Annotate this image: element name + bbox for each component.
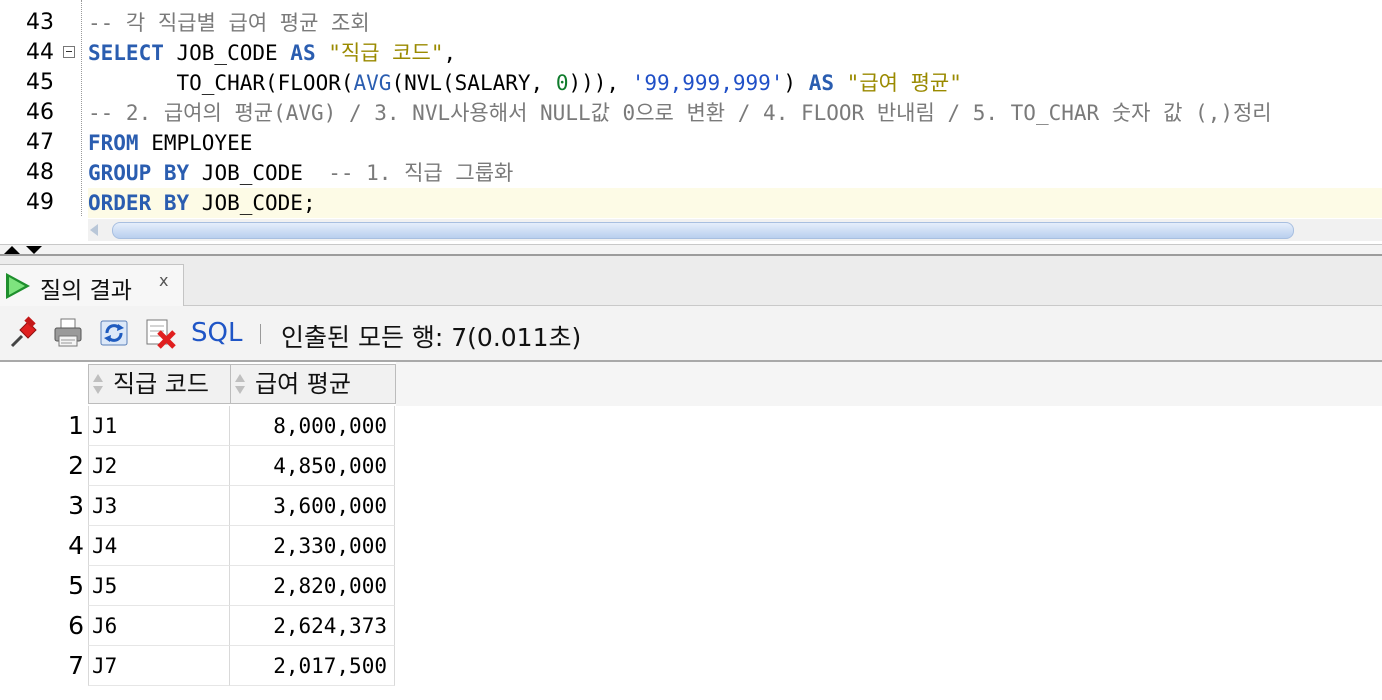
code-line[interactable]: FROM EMPLOYEE xyxy=(88,128,1382,158)
cell-job-code[interactable]: J6 xyxy=(88,606,230,646)
sql-button[interactable]: SQL xyxy=(191,318,242,348)
code-line[interactable]: SELECT JOB_CODE AS "직급 코드", xyxy=(88,38,1382,68)
row-number: 3 xyxy=(68,491,84,520)
delete-icon[interactable] xyxy=(145,316,177,350)
table-row[interactable]: 2 J2 4,850,000 xyxy=(0,446,396,486)
code-token: , xyxy=(443,41,457,65)
run-query-icon xyxy=(6,273,30,299)
cell-salary-avg[interactable]: 2,624,373 xyxy=(230,606,395,646)
code-token: JOB_CODE xyxy=(189,161,329,185)
cell-salary-avg[interactable]: 3,600,000 xyxy=(230,486,395,526)
tab-close-button[interactable]: x xyxy=(159,271,168,290)
cell-job-code[interactable]: J5 xyxy=(88,566,230,606)
cell-salary-avg[interactable]: 4,850,000 xyxy=(230,446,395,486)
code-keyword: SELECT xyxy=(88,41,164,65)
code-token: ) xyxy=(783,71,809,95)
row-number: 2 xyxy=(68,451,84,480)
cell-job-code[interactable]: J3 xyxy=(88,486,230,526)
code-keyword: FROM xyxy=(88,131,139,155)
refresh-icon[interactable] xyxy=(98,316,130,350)
code-line[interactable]: TO_CHAR(FLOOR(AVG(NVL(SALARY, 0))), '99,… xyxy=(88,68,1382,98)
line-number: 49 xyxy=(26,190,54,215)
code-token: EMPLOYEE xyxy=(138,131,253,155)
cell-job-code[interactable]: J1 xyxy=(88,406,230,446)
table-row[interactable]: 6 J6 2,624,373 xyxy=(0,606,396,646)
line-number: 43 xyxy=(26,10,54,35)
row-number: 6 xyxy=(68,611,84,640)
table-row[interactable]: 4 J4 2,330,000 xyxy=(0,526,396,566)
sql-editor[interactable]: 43 44 45 46 47 48 49 -- 각 직급별 급여 평균 조회 SELECT J… xyxy=(0,0,1382,244)
code-token: (NVL(SALARY, xyxy=(391,71,556,95)
scroll-left-arrow-icon[interactable] xyxy=(90,224,98,236)
code-token: '99,999,999' xyxy=(631,71,784,95)
sort-icon xyxy=(93,373,103,395)
code-line[interactable]: GROUP BY JOB_CODE -- 1. 직급 그룹화 xyxy=(88,158,1382,188)
sort-icon xyxy=(235,373,245,395)
code-keyword: AS xyxy=(808,71,835,95)
cell-job-code[interactable]: J7 xyxy=(88,646,230,686)
scrollbar-thumb[interactable] xyxy=(112,222,1294,239)
code-comment: -- 각 직급별 급여 평균 조회 xyxy=(88,11,370,35)
fold-guide xyxy=(81,0,82,216)
cell-job-code[interactable]: J2 xyxy=(88,446,230,486)
line-number: 45 xyxy=(26,70,54,95)
grid-header-filler xyxy=(396,362,1382,406)
fold-toggle-icon[interactable] xyxy=(63,46,75,58)
column-header-salary-avg[interactable]: 급여 평균 xyxy=(230,364,396,404)
code-token: JOB_CODE xyxy=(163,41,291,65)
code-line[interactable]: -- 2. 급여의 평균(AVG) / 3. NVL사용해서 NULL값 0으로… xyxy=(88,98,1382,128)
code-token: "급여 평균" xyxy=(846,71,962,95)
row-number: 7 xyxy=(68,651,84,680)
results-tab-bar: 질의 결과 x xyxy=(0,256,1382,306)
code-comment: -- 2. 급여의 평균(AVG) / 3. NVL사용해서 NULL값 0으로… xyxy=(88,101,1272,125)
pin-icon[interactable] xyxy=(8,316,40,350)
code-token: JOB_CODE; xyxy=(189,191,316,215)
line-number: 44 xyxy=(26,40,54,65)
row-number: 5 xyxy=(68,571,84,600)
table-row[interactable]: 7 J7 2,017,500 xyxy=(0,646,396,686)
table-row[interactable]: 3 J3 3,600,000 xyxy=(0,486,396,526)
toolbar-divider xyxy=(260,324,261,344)
code-token: AVG xyxy=(353,71,392,95)
cell-salary-avg[interactable]: 2,820,000 xyxy=(230,566,395,606)
row-number: 4 xyxy=(68,531,84,560)
cell-salary-avg[interactable]: 8,000,000 xyxy=(230,406,395,446)
fetch-status: 인출된 모든 행: 7(0.011초) xyxy=(281,323,582,352)
column-header-job-code[interactable]: 직급 코드 xyxy=(88,364,231,404)
collapse-down-icon[interactable] xyxy=(26,246,42,254)
cell-job-code[interactable]: J4 xyxy=(88,526,230,566)
table-row[interactable]: 5 J5 2,820,000 xyxy=(0,566,396,606)
code-line[interactable]: -- 각 직급별 급여 평균 조회 xyxy=(88,8,1382,38)
code-token: "직급 코드" xyxy=(328,41,444,65)
code-keyword: AS xyxy=(290,41,316,65)
editor-horizontal-scrollbar[interactable] xyxy=(88,219,1382,241)
code-token: TO_CHAR(FLOOR( xyxy=(88,71,354,95)
code-keyword: ORDER BY xyxy=(88,191,190,215)
results-toolbar: SQL 인출된 모든 행: 7(0.011초) xyxy=(0,306,1382,362)
code-comment: -- 1. 직급 그룹화 xyxy=(328,161,514,185)
code-keyword: GROUP BY xyxy=(88,161,190,185)
table-row[interactable]: 1 J1 8,000,000 xyxy=(0,406,396,446)
results-grid[interactable]: 직급 코드 급여 평균 1 J1 8,000,000 2 J2 4,850,000 3 J3 3… xyxy=(0,362,1382,700)
cell-salary-avg[interactable]: 2,017,500 xyxy=(230,646,395,686)
code-token: 0 xyxy=(555,71,569,95)
collapse-up-icon[interactable] xyxy=(4,246,20,254)
line-number: 48 xyxy=(26,160,54,185)
code-line[interactable]: ORDER BY JOB_CODE; xyxy=(88,188,1382,218)
code-token: ))), xyxy=(568,71,632,95)
line-number: 46 xyxy=(26,100,54,125)
panel-splitter[interactable] xyxy=(0,244,1382,256)
column-header-label: 직급 코드 xyxy=(113,370,209,398)
line-number: 47 xyxy=(26,130,54,155)
column-header-label: 급여 평균 xyxy=(255,370,351,398)
row-number: 1 xyxy=(68,411,84,440)
print-icon[interactable] xyxy=(52,316,84,350)
cell-salary-avg[interactable]: 2,330,000 xyxy=(230,526,395,566)
tab-query-result[interactable]: 질의 결과 x xyxy=(0,264,184,306)
grid-header: 직급 코드 급여 평균 xyxy=(0,362,396,404)
tab-label: 질의 결과 xyxy=(40,278,132,304)
